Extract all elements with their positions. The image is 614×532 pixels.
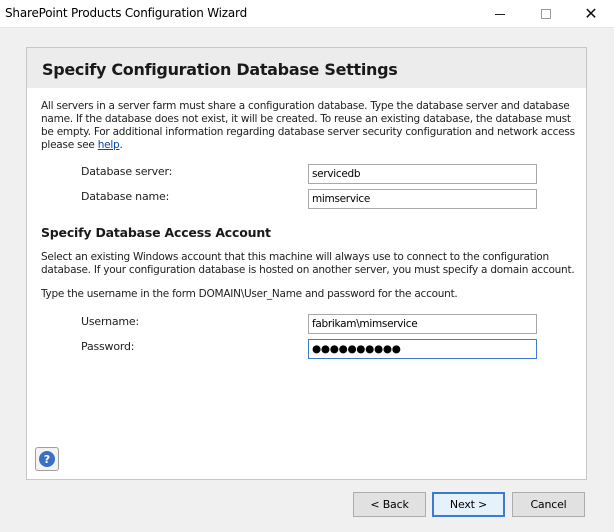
page-heading: Specify Configuration Database Settings [42, 60, 398, 79]
intro-text: All servers in a server farm must share … [41, 100, 579, 152]
back-button[interactable]: < Back [353, 492, 426, 517]
username-label: Username: [81, 315, 139, 328]
database-name-input[interactable] [308, 189, 537, 209]
password-input[interactable] [308, 339, 537, 359]
maximize-icon [541, 9, 551, 19]
password-label: Password: [81, 340, 135, 353]
close-icon: ✕ [584, 4, 598, 23]
access-heading: Specify Database Access Account [41, 225, 271, 240]
username-input[interactable] [308, 314, 537, 334]
settings-panel: Specify Configuration Database Settings … [26, 47, 587, 480]
intro-end: . [119, 139, 123, 151]
close-button[interactable]: ✕ [568, 0, 614, 28]
title-bar: SharePoint Products Configuration Wizard… [0, 0, 614, 28]
database-server-input[interactable] [308, 164, 537, 184]
database-name-label: Database name: [81, 190, 170, 203]
panel-header: Specify Configuration Database Settings [27, 48, 586, 88]
minimize-button[interactable] [477, 0, 523, 28]
maximize-button[interactable] [523, 0, 569, 28]
username-hint: Type the username in the form DOMAIN\Use… [41, 288, 458, 300]
minimize-icon [495, 13, 505, 15]
window-title: SharePoint Products Configuration Wizard [5, 6, 247, 20]
next-button[interactable]: Next > [432, 492, 505, 517]
help-icon: ? [39, 451, 55, 467]
help-button[interactable]: ? [35, 447, 59, 471]
access-text: Select an existing Windows account that … [41, 251, 575, 276]
cancel-button[interactable]: Cancel [512, 492, 585, 517]
database-server-label: Database server: [81, 165, 173, 178]
help-link[interactable]: help [98, 139, 120, 151]
